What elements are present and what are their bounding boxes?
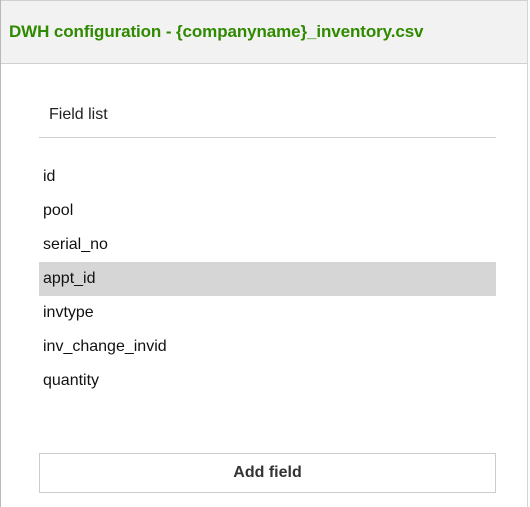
field-item-quantity[interactable]: quantity <box>39 364 496 398</box>
field-item-pool[interactable]: pool <box>39 194 496 228</box>
field-item-inv-change-invid[interactable]: inv_change_invid <box>39 330 496 364</box>
field-list: id pool serial_no appt_id invtype inv_ch… <box>39 160 496 398</box>
field-item-invtype[interactable]: invtype <box>39 296 496 330</box>
field-list-heading: Field list <box>49 106 108 123</box>
field-item-serial-no[interactable]: serial_no <box>39 228 496 262</box>
field-list-divider <box>39 137 496 138</box>
dwh-configuration-panel: DWH configuration - {companyname}_invent… <box>0 0 528 507</box>
panel-header: DWH configuration - {companyname}_invent… <box>1 0 527 64</box>
panel-title: DWH configuration - {companyname}_invent… <box>9 22 424 41</box>
field-item-id[interactable]: id <box>39 160 496 194</box>
add-field-button[interactable]: Add field <box>39 453 496 493</box>
field-item-appt-id[interactable]: appt_id <box>39 262 496 296</box>
